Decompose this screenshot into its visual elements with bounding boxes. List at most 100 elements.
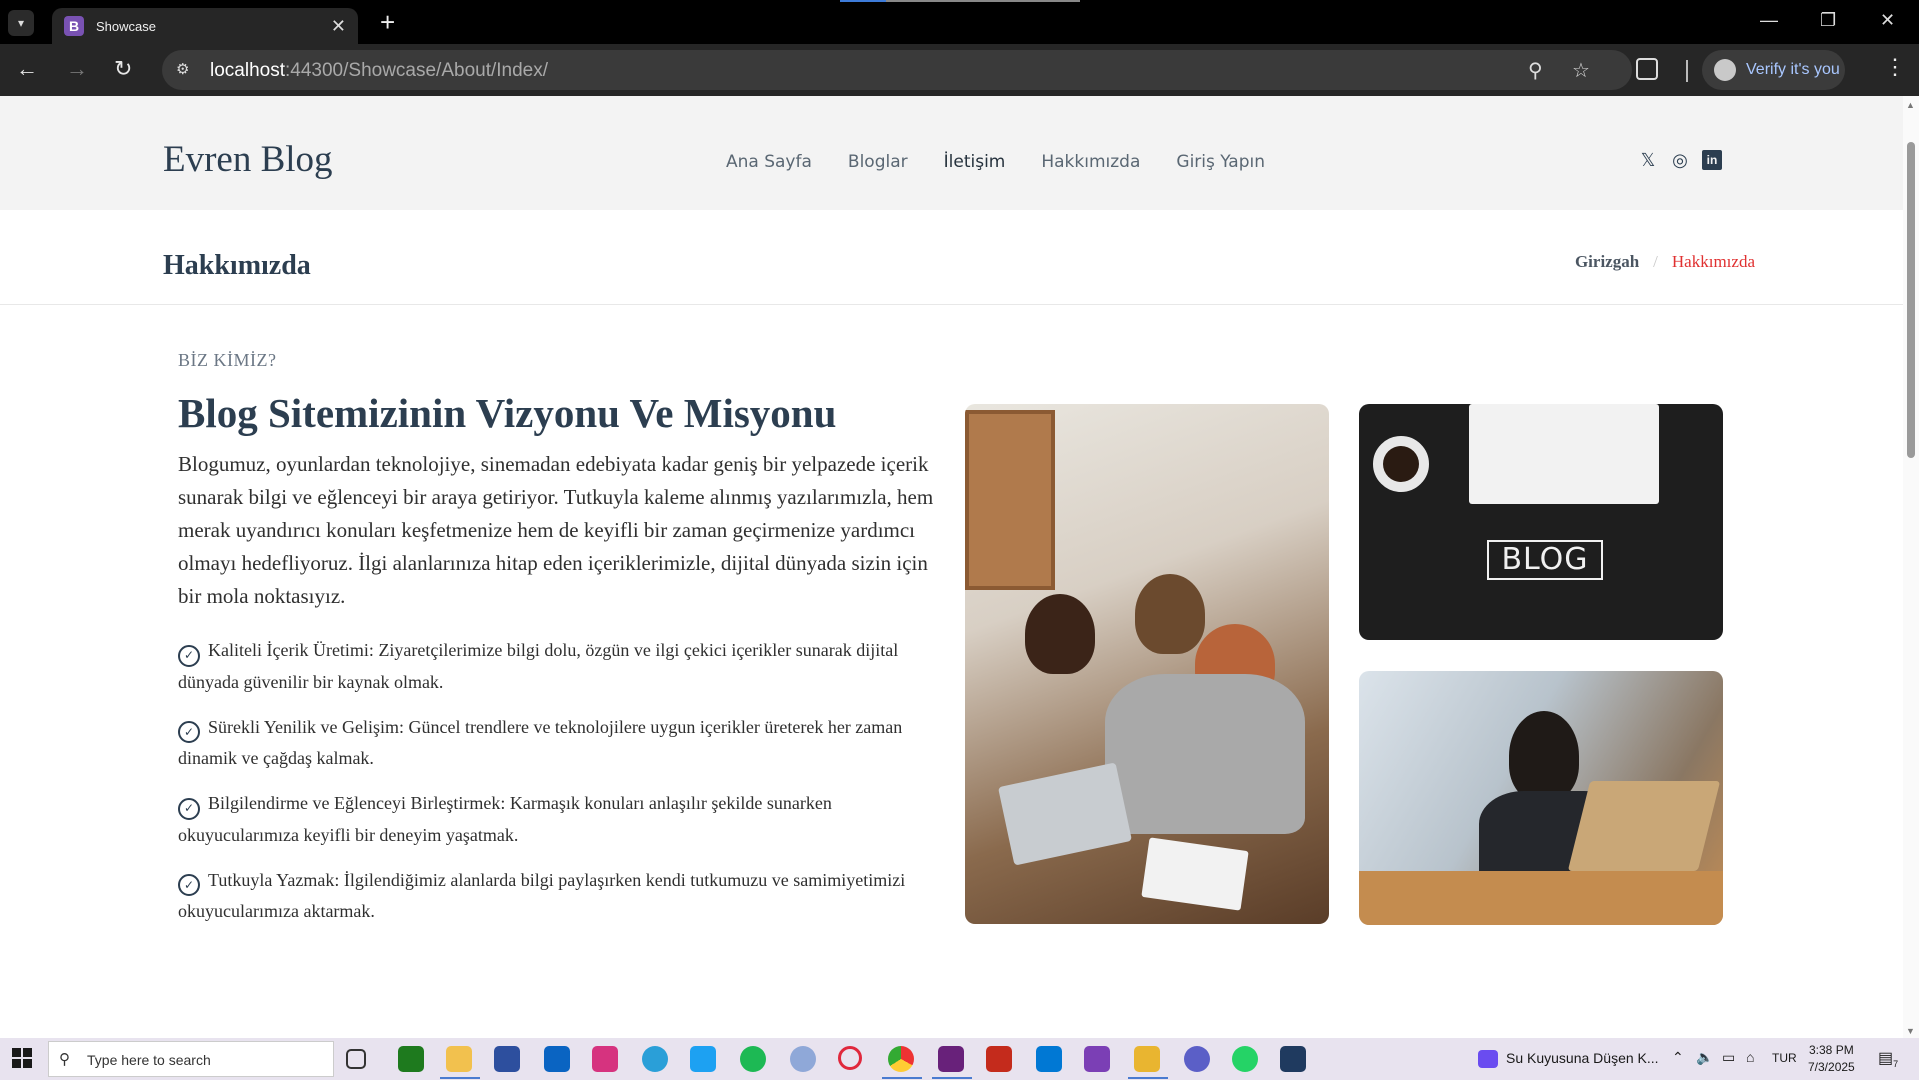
r-app-icon[interactable] (790, 1046, 816, 1072)
scroll-up-icon[interactable]: ▲ (1906, 100, 1915, 110)
extensions-icon[interactable] (1636, 58, 1658, 80)
cork-board (965, 410, 1055, 590)
breadcrumb-home[interactable]: Girizgah (1575, 252, 1639, 272)
windows-start-icon[interactable] (12, 1048, 32, 1068)
laptop-shape (997, 762, 1133, 866)
active-indicator (932, 1077, 972, 1079)
main-nav: Ana Sayfa Bloglar İletişim Hakkımızda Gi… (726, 152, 1265, 172)
scroll-down-icon[interactable]: ▼ (1906, 1026, 1915, 1036)
file-explorer-icon[interactable] (446, 1046, 472, 1072)
chrome-icon[interactable] (888, 1046, 914, 1072)
instagram-icon[interactable]: ◎ (1670, 150, 1690, 170)
language-indicator[interactable]: TUR (1772, 1051, 1797, 1065)
restore-icon[interactable]: ❐ (1820, 10, 1836, 31)
feature-list: ✓ Kaliteli İçerik Üretimi: Ziyaretçilerim… (178, 635, 938, 927)
url-text[interactable]: localhost:44300/Showcase/About/Index/ (210, 60, 548, 82)
notebook-shape (1469, 404, 1659, 504)
media-player-icon[interactable] (1478, 1050, 1498, 1068)
loading-bar-fill (840, 0, 886, 2)
system-clock[interactable]: 3:38 PM 7/3/2025 (1808, 1042, 1855, 1076)
close-window-icon[interactable]: ✕ (1880, 10, 1895, 31)
browser-menu-icon[interactable]: ⋮ (1884, 54, 1906, 80)
site-header: Evren Blog Ana Sayfa Bloglar İletişim Ha… (0, 96, 1903, 210)
linkedin-icon[interactable]: in (1702, 150, 1722, 170)
toolbar-separator (1686, 60, 1688, 82)
paper-shape (1141, 837, 1249, 911)
person-shape (1025, 594, 1095, 674)
profile-button[interactable]: Verify it's you (1702, 50, 1845, 90)
page-scrollbar[interactable]: ▲ ▼ (1903, 96, 1919, 1038)
minimize-icon[interactable]: — (1760, 10, 1778, 31)
nav-about[interactable]: Hakkımızda (1041, 152, 1140, 172)
twitter-icon[interactable] (690, 1046, 716, 1072)
whatsapp-icon[interactable] (1232, 1046, 1258, 1072)
person-shape (1135, 574, 1205, 654)
notification-center-icon[interactable]: ▤7 (1878, 1048, 1898, 1069)
person-shape (1509, 711, 1579, 801)
back-icon[interactable]: ← (16, 58, 38, 80)
url-host: localhost (210, 60, 285, 81)
visual-studio-icon[interactable] (938, 1046, 964, 1072)
opera-icon[interactable] (838, 1046, 862, 1070)
nav-contact[interactable]: İletişim (944, 152, 1006, 172)
reload-icon[interactable]: ↻ (114, 58, 132, 80)
spotify-icon[interactable] (740, 1046, 766, 1072)
browser-toolbar: ← → ↻ ⚙ localhost:44300/Showcase/About/I… (0, 44, 1919, 96)
coffee (1383, 446, 1419, 482)
site-info-icon[interactable]: ⚙ (176, 60, 196, 80)
close-tab-icon[interactable]: ✕ (331, 16, 346, 37)
network-icon[interactable]: ⌂ (1746, 1049, 1754, 1065)
list-item: ✓ Tutkuyla Yazmak: İlgilendiğimiz alanlar… (178, 865, 938, 928)
check-circle-icon: ✓ (178, 797, 200, 820)
store-icon[interactable] (494, 1046, 520, 1072)
paint-icon[interactable] (1134, 1046, 1160, 1072)
xbox-icon[interactable] (398, 1046, 424, 1072)
notification-count: 7 (1893, 1059, 1899, 1070)
nav-home[interactable]: Ana Sayfa (726, 152, 812, 172)
breadcrumb: Girizgah / Hakkımızda (1575, 252, 1755, 272)
url-path: :44300/Showcase/About/Index/ (285, 60, 549, 81)
zoom-icon[interactable]: ⚲ (1528, 58, 1543, 83)
new-tab-icon[interactable]: + (380, 9, 395, 35)
volume-icon[interactable]: 🔈 (1696, 1049, 1713, 1066)
tor-icon[interactable] (1184, 1046, 1210, 1072)
task-view-icon[interactable] (346, 1049, 366, 1069)
forward-icon[interactable]: → (66, 58, 88, 80)
check-circle-icon: ✓ (178, 874, 200, 897)
list-item: ✓ Bilgilendirme ve Eğlenceyi Birleştirmek… (178, 788, 938, 851)
avatar (1714, 59, 1736, 81)
clock-date: 7/3/2025 (1808, 1060, 1855, 1074)
visual-studio-alt-icon[interactable] (1084, 1046, 1110, 1072)
bootstrap-favicon-icon: B (64, 16, 84, 36)
tab-search-button[interactable]: ▾ (8, 10, 34, 36)
battery-icon[interactable]: ▭ (1722, 1049, 1735, 1066)
prime-video-icon[interactable] (1280, 1046, 1306, 1072)
feature-text: Bilgilendirme ve Eğlenceyi Birleştirmek:… (178, 793, 832, 845)
search-placeholder: Type here to search (87, 1052, 211, 1068)
page-title: Hakkımızda (163, 250, 311, 281)
chevron-up-icon[interactable]: ⌃ (1672, 1049, 1684, 1066)
nav-blogs[interactable]: Bloglar (848, 152, 908, 172)
search-icon: ⚲ (59, 1051, 70, 1068)
feature-text: Sürekli Yenilik ve Gelişim: Güncel trend… (178, 716, 903, 769)
vscode-icon[interactable] (1036, 1046, 1062, 1072)
taskbar-search[interactable]: ⚲ Type here to search (48, 1041, 334, 1077)
app-icon[interactable] (986, 1046, 1012, 1072)
person-shape (1105, 674, 1305, 834)
scroll-thumb[interactable] (1907, 142, 1915, 458)
site-logo[interactable]: Evren Blog (163, 138, 333, 181)
bookmark-star-icon[interactable]: ☆ (1572, 58, 1590, 83)
media-title[interactable]: Su Kuyusuna Düşen K... (1506, 1050, 1659, 1066)
check-circle-icon: ✓ (178, 644, 200, 667)
feature-text: Tutkuyla Yazmak: İlgilendiğimiz alanlard… (178, 869, 906, 922)
about-title: Blog Sitemizinin Vizyonu Ve Misyonu (178, 390, 837, 436)
browser-tabstrip: ▾ B Showcase ✕ + — ❐ ✕ (0, 0, 1919, 44)
desk-shape (1359, 871, 1723, 925)
x-icon[interactable]: 𝕏 (1638, 150, 1658, 170)
browser-tab[interactable]: B Showcase ✕ (52, 8, 358, 44)
outlook-icon[interactable] (544, 1046, 570, 1072)
nav-login[interactable]: Giriş Yapın (1176, 152, 1265, 172)
telegram-icon[interactable] (642, 1046, 668, 1072)
instagram-app-icon[interactable] (592, 1046, 618, 1072)
address-bar[interactable]: ⚙ localhost:44300/Showcase/About/Index/ … (162, 50, 1632, 90)
